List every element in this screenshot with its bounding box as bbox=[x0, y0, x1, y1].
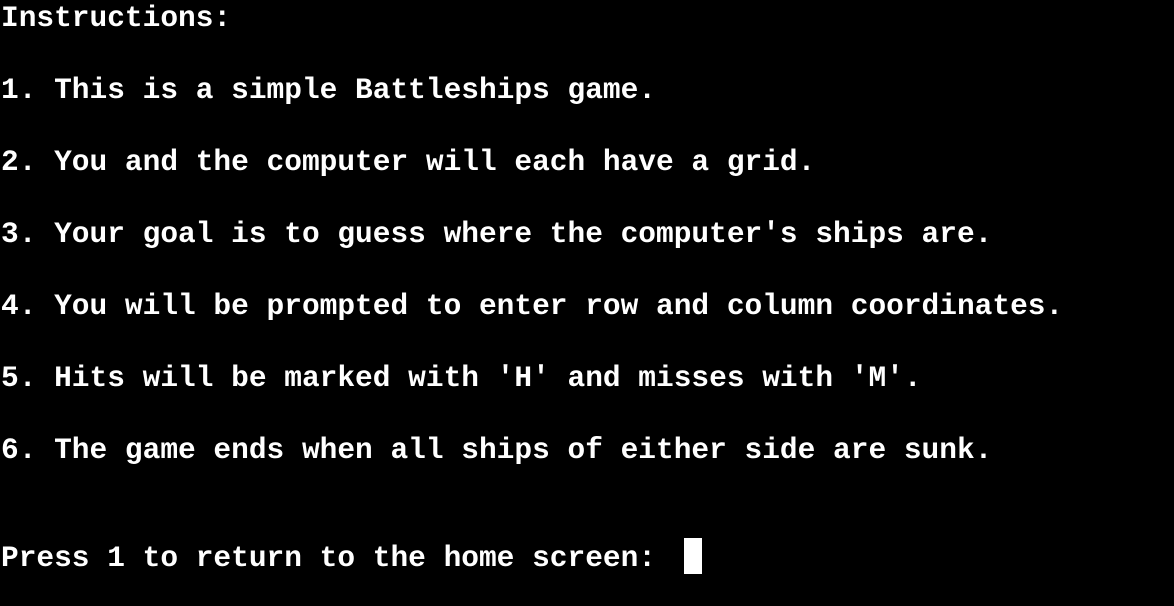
instructions-heading: Instructions: bbox=[1, 1, 232, 35]
terminal-window[interactable]: Instructions: 1. This is a simple Battle… bbox=[0, 0, 1174, 606]
instruction-line: 3. Your goal is to guess where the compu… bbox=[1, 217, 993, 251]
instruction-line: 5. Hits will be marked with 'H' and miss… bbox=[1, 361, 922, 395]
home-screen-prompt: Press 1 to return to the home screen: bbox=[1, 541, 674, 575]
instruction-line: 4. You will be prompted to enter row and… bbox=[1, 289, 1064, 323]
instruction-line: 2. You and the computer will each have a… bbox=[1, 145, 816, 179]
text-cursor[interactable] bbox=[684, 538, 702, 574]
instruction-line: 6. The game ends when all ships of eithe… bbox=[1, 433, 993, 467]
instruction-line: 1. This is a simple Battleships game. bbox=[1, 73, 657, 107]
